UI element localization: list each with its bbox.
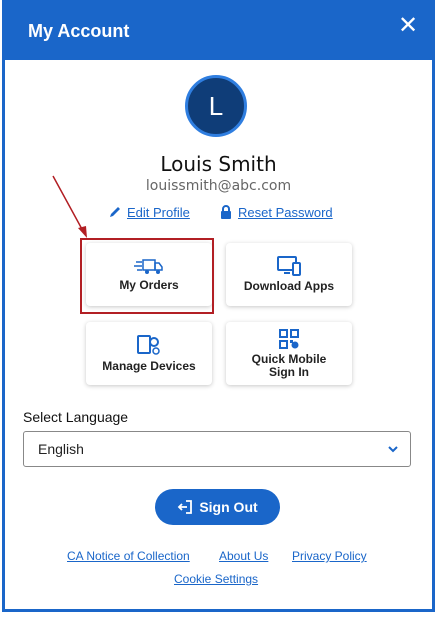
sign-out-label: Sign Out (199, 499, 258, 515)
panel-header: My Account ✕ (5, 3, 432, 60)
my-orders-tile[interactable]: My Orders (86, 243, 212, 306)
quick-mobile-label-line2: Sign In (269, 364, 309, 379)
qr-code-icon (279, 328, 299, 349)
avatar: L (185, 75, 247, 137)
about-us-link[interactable]: About Us (219, 549, 268, 563)
devices-icon (277, 256, 301, 276)
manage-devices-label: Manage Devices (102, 359, 196, 373)
download-apps-label: Download Apps (243, 279, 335, 293)
close-icon[interactable]: ✕ (396, 14, 420, 38)
reset-password-label[interactable]: Reset Password (238, 205, 333, 220)
user-name: Louis Smith (160, 152, 277, 176)
sign-out-icon (178, 500, 193, 514)
privacy-policy-link[interactable]: Privacy Policy (292, 549, 367, 563)
panel-title: My Account (28, 21, 130, 41)
device-settings-icon (137, 335, 160, 355)
sign-out-button[interactable]: Sign Out (155, 489, 280, 525)
pencil-icon (110, 207, 120, 217)
reset-password-link[interactable]: Reset Password (220, 205, 333, 220)
download-apps-tile[interactable]: Download Apps (226, 243, 352, 306)
my-orders-label: My Orders (119, 278, 179, 292)
user-email: louissmith@abc.com (145, 178, 292, 194)
quick-mobile-sign-in-label: Quick Mobile Sign In (251, 351, 327, 379)
chevron-down-icon (388, 446, 398, 453)
delivery-truck-icon (134, 259, 163, 274)
language-select[interactable]: English (23, 431, 411, 467)
manage-devices-tile[interactable]: Manage Devices (86, 322, 212, 385)
language-label: Select Language (23, 409, 129, 425)
edit-profile-link[interactable]: Edit Profile (108, 205, 190, 220)
edit-profile-label[interactable]: Edit Profile (127, 205, 190, 220)
ca-notice-link[interactable]: CA Notice of Collection (67, 549, 190, 563)
quick-mobile-label-line1: Quick Mobile (251, 351, 327, 366)
language-selected-value: English (38, 441, 84, 457)
lock-icon (221, 205, 231, 219)
cookie-settings-link[interactable]: Cookie Settings (174, 572, 258, 586)
quick-mobile-sign-in-tile[interactable]: Quick Mobile Sign In (226, 322, 352, 385)
